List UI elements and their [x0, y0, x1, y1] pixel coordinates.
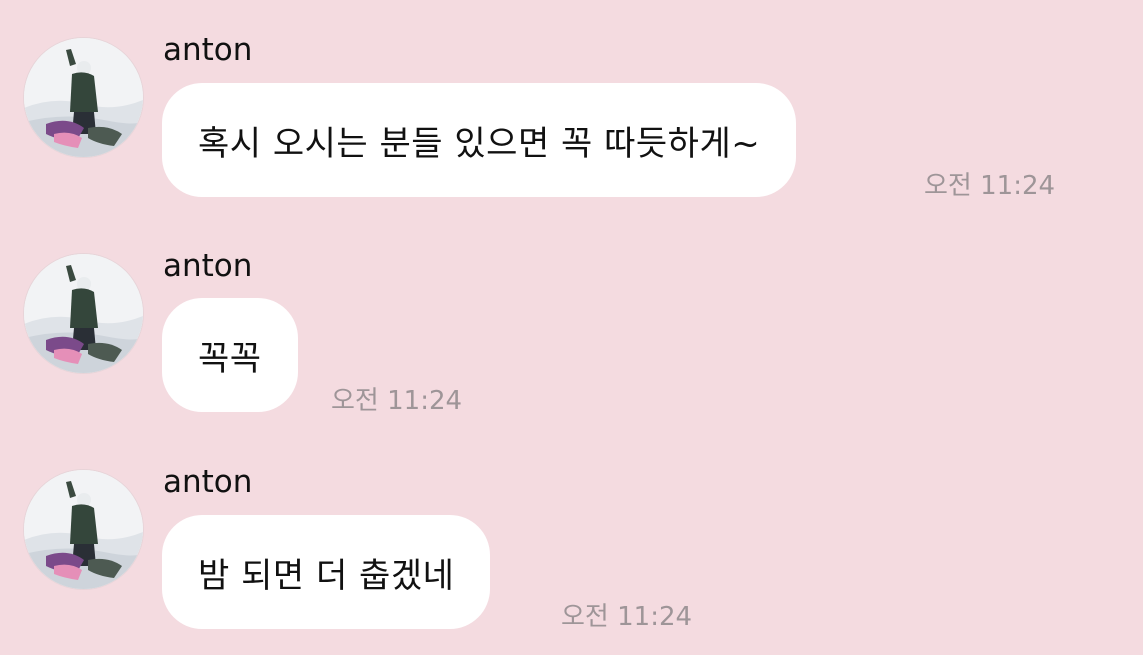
chat-view: anton 혹시 오시는 분들 있으면 꼭 따듯하게~ 오전 11:24 ant… [0, 0, 1143, 655]
message-text: 밤 되면 더 춥겠네 [198, 555, 455, 596]
message-timestamp: 오전 11:24 [561, 602, 693, 632]
sender-name: anton [163, 32, 253, 68]
sender-name: anton [163, 464, 253, 500]
message-timestamp: 오전 11:24 [331, 386, 463, 416]
message-bubble[interactable]: 혹시 오시는 분들 있으면 꼭 따듯하게~ [162, 83, 797, 197]
message-bubble[interactable]: 밤 되면 더 춥겠네 [162, 515, 491, 629]
message-text: 꼭꼭 [198, 338, 262, 379]
message-text: 혹시 오시는 분들 있으면 꼭 따듯하게~ [198, 123, 761, 164]
message-timestamp: 오전 11:24 [924, 171, 1056, 201]
sender-avatar[interactable] [24, 254, 143, 373]
profile-photo-icon [24, 254, 143, 373]
sender-avatar[interactable] [24, 470, 143, 589]
profile-photo-icon [24, 38, 143, 157]
sender-name: anton [163, 248, 253, 284]
profile-photo-icon [24, 470, 143, 589]
sender-avatar[interactable] [24, 38, 143, 157]
message-bubble[interactable]: 꼭꼭 [162, 298, 298, 412]
